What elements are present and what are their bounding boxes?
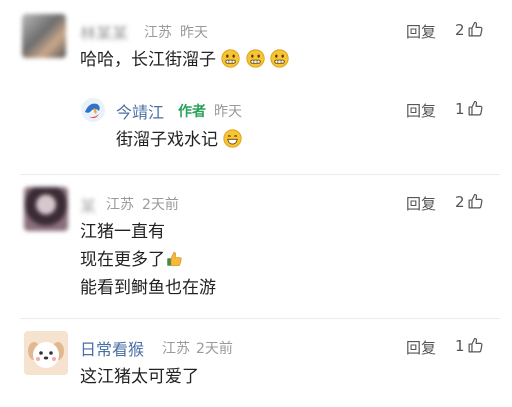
comment-text-content: 街溜子戏水记 (116, 130, 218, 150)
divider (20, 318, 500, 319)
comment-text-content: 现在更多了 (80, 250, 165, 270)
author-badge: 作者 (178, 104, 206, 120)
grimace-emoji-icon (221, 49, 240, 68)
comment-text: 哈哈，长江街溜子 (80, 46, 289, 74)
divider (20, 174, 500, 175)
username[interactable]: 某 (80, 193, 96, 217)
avatar[interactable] (22, 14, 66, 58)
like-count: 2 (455, 21, 465, 39)
timestamp: 昨天 (214, 104, 242, 120)
avatar[interactable] (80, 97, 106, 123)
thumbs-up-outline-icon[interactable] (467, 337, 484, 354)
brand-logo-icon (81, 98, 105, 122)
like-count: 1 (455, 100, 465, 118)
location: 江苏 (106, 197, 134, 213)
timestamp: 昨天 (180, 25, 208, 41)
avatar[interactable] (24, 187, 68, 231)
like-count: 1 (455, 337, 465, 355)
avatar[interactable] (24, 331, 68, 375)
grimace-emoji-icon (270, 49, 289, 68)
reply-button[interactable]: 回复 (406, 100, 436, 121)
username[interactable]: 林某某 (80, 20, 128, 44)
reply-button[interactable]: 回复 (406, 337, 436, 358)
reply-button[interactable]: 回复 (406, 21, 436, 42)
reply-button[interactable]: 回复 (406, 193, 436, 214)
thumbs-up-outline-icon[interactable] (467, 21, 484, 38)
thumbs-up-outline-icon[interactable] (467, 193, 484, 210)
username[interactable]: 日常看猴 (80, 336, 144, 360)
timestamp: 2天前 (142, 197, 179, 213)
comment-text: 街溜子戏水记 (116, 126, 242, 154)
location: 江苏 (144, 25, 172, 41)
comment-text-content: 哈哈，长江街溜子 (80, 50, 216, 70)
grinning-emoji-icon (223, 129, 242, 148)
timestamp: 2天前 (196, 341, 233, 357)
puppy-avatar-icon (24, 331, 68, 375)
location: 江苏 (162, 341, 190, 357)
username[interactable]: 今靖江 (116, 99, 164, 123)
thumbs-up-outline-icon[interactable] (467, 100, 484, 117)
grimace-emoji-icon (246, 49, 265, 68)
thumbs-up-emoji-icon (165, 250, 183, 268)
comment-text: 这江猪太可爱了 (80, 367, 199, 387)
like-count: 2 (455, 193, 465, 211)
comment-text-line-3: 能看到鲥鱼也在游 (80, 278, 216, 298)
comment-text-line-1: 江猪一直有 (80, 222, 165, 242)
comment-text-line-2: 现在更多了 (80, 246, 183, 274)
